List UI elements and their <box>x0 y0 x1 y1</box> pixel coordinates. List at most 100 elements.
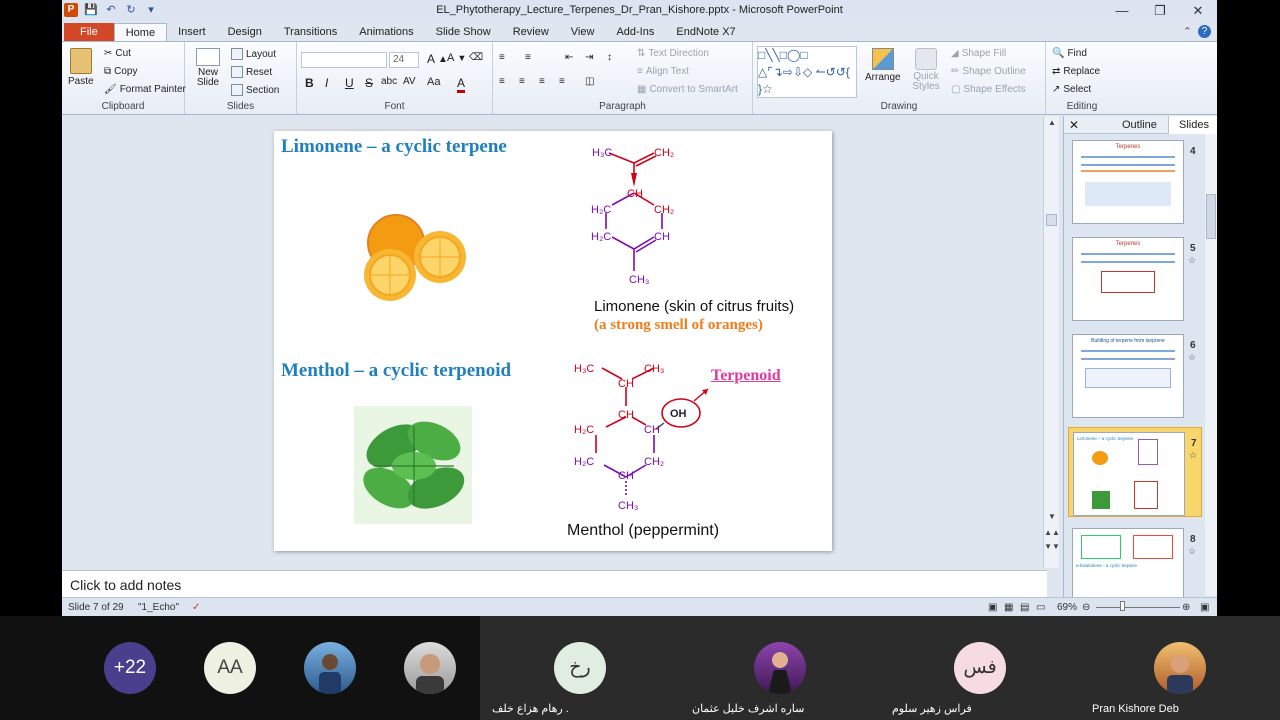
tab-transitions[interactable]: Transitions <box>273 23 348 41</box>
bold-button[interactable]: B <box>305 76 314 90</box>
align-right-icon[interactable]: ≡ <box>539 76 545 87</box>
close-button[interactable]: ✕ <box>1179 0 1217 22</box>
spellcheck-icon[interactable]: ✓ <box>192 602 200 613</box>
zoom-slider[interactable] <box>1096 607 1180 608</box>
tab-insert[interactable]: Insert <box>167 23 217 41</box>
scroll-down-icon[interactable]: ▼ <box>1044 512 1060 521</box>
tab-review[interactable]: Review <box>502 23 560 41</box>
shapes-gallery[interactable]: □╲╲□◯□ △⌜↴⇨⇩◇ ↼↺↺{ }☆ <box>757 46 857 98</box>
slideshow-view-icon[interactable]: ▭ <box>1036 602 1045 613</box>
numbering-icon[interactable]: ≡ <box>525 52 531 63</box>
menthol-caption[interactable]: Menthol (peppermint) <box>567 522 719 540</box>
paste-button[interactable]: Paste <box>68 48 94 87</box>
participant-tile[interactable]: Pran Kishore Deb <box>1080 616 1280 720</box>
next-slide-icon[interactable]: ▼▼ <box>1044 542 1060 551</box>
panel-scroll-thumb[interactable] <box>1206 194 1216 239</box>
close-panel-icon[interactable]: ✕ <box>1069 118 1079 132</box>
zoom-slider-thumb[interactable] <box>1120 601 1125 611</box>
align-text-button[interactable]: ≡ Align Text <box>637 66 689 77</box>
scroll-up-icon[interactable]: ▲ <box>1044 118 1060 127</box>
replace-button[interactable]: ⇄ Replace <box>1052 66 1100 77</box>
fit-slide-icon[interactable]: ▣ <box>1200 602 1209 613</box>
change-case-button[interactable]: Aa <box>427 76 440 88</box>
strikethrough-button[interactable]: S <box>365 76 373 90</box>
panel-scrollbar[interactable] <box>1205 134 1217 596</box>
text-direction-button[interactable]: ⇅ Text Direction <box>637 48 709 59</box>
tab-animations[interactable]: Animations <box>348 23 424 41</box>
tab-slide-show[interactable]: Slide Show <box>425 23 502 41</box>
select-button[interactable]: ↗ Select <box>1052 84 1091 95</box>
shape-outline-button[interactable]: ✏ Shape Outline <box>951 66 1026 77</box>
participant-tile[interactable]: فس فراس زهير سلوم <box>880 616 1080 720</box>
tab-design[interactable]: Design <box>217 23 273 41</box>
limonene-smell-note[interactable]: (a strong smell of oranges) <box>594 317 763 334</box>
font-size-combo[interactable]: 24 <box>389 52 419 68</box>
terpenoid-label[interactable]: Terpenoid <box>711 367 781 385</box>
limonene-caption[interactable]: Limonene (skin of citrus fruits) <box>594 298 794 315</box>
section-button[interactable]: Section <box>231 84 279 96</box>
align-center-icon[interactable]: ≡ <box>519 76 525 87</box>
align-left-icon[interactable]: ≡ <box>499 76 505 87</box>
font-name-combo[interactable] <box>301 52 387 68</box>
slide-thumbnail[interactable]: 5 ☆ Terpenes <box>1068 233 1202 323</box>
shrink-font-icon[interactable]: A ▼ <box>447 52 466 64</box>
underline-button[interactable]: U <box>345 76 354 90</box>
zoom-level[interactable]: 69% <box>1057 602 1077 613</box>
format-painter-button[interactable]: 🖌 Format Painter <box>104 84 186 95</box>
font-color-button[interactable]: A <box>457 76 466 93</box>
slide-thumbnail[interactable]: 6 ☆ Building of terpene from isoprene <box>1068 330 1202 420</box>
quick-styles-button[interactable]: Quick Styles <box>911 48 941 92</box>
reading-view-icon[interactable]: ▤ <box>1020 602 1029 613</box>
normal-view-icon[interactable]: ▣ <box>988 602 997 613</box>
mint-image[interactable] <box>354 406 472 524</box>
tab-endnote[interactable]: EndNote X7 <box>665 23 746 41</box>
shape-effects-button[interactable]: ▢ Shape Effects <box>951 84 1026 95</box>
editor-scrollbar[interactable]: ▲ ▼ ▲▲ ▼▼ <box>1043 116 1060 568</box>
columns-icon[interactable]: ◫ <box>585 76 594 87</box>
arrange-button[interactable]: Arrange <box>865 48 901 83</box>
tab-file[interactable]: File <box>64 23 114 41</box>
italic-button[interactable]: I <box>325 76 328 90</box>
tab-home[interactable]: Home <box>113 23 168 41</box>
find-button[interactable]: 🔍 Find <box>1052 48 1087 59</box>
tab-slides[interactable]: Slides <box>1168 116 1217 134</box>
zoom-in-icon[interactable]: ⊕ <box>1182 602 1190 613</box>
slide-thumbnail[interactable]: 4 Terpenes <box>1068 136 1202 226</box>
zoom-out-icon[interactable]: ⊖ <box>1082 602 1090 613</box>
participant-tile[interactable]: ساره اشرف خليل عثمان <box>680 616 880 720</box>
shadow-button[interactable]: abc <box>381 76 397 87</box>
tab-outline[interactable]: Outline <box>1112 116 1167 134</box>
bullets-icon[interactable]: ≡ <box>499 52 505 63</box>
collapse-ribbon-icon[interactable]: ⌃ <box>1183 25 1192 38</box>
help-icon[interactable]: ? <box>1198 25 1211 38</box>
copy-button[interactable]: ⧉ Copy <box>104 66 138 77</box>
slide-thumbnail-selected[interactable]: 7 ☆ Limonene – a cyclic terpene <box>1068 427 1202 517</box>
scroll-thumb[interactable] <box>1046 214 1057 226</box>
shape-fill-button[interactable]: ◢ Shape Fill <box>951 48 1006 59</box>
grow-font-icon[interactable]: A ▲ <box>427 52 448 66</box>
line-spacing-icon[interactable]: ↕ <box>607 52 612 63</box>
notes-pane[interactable]: Click to add notes <box>62 570 1047 597</box>
limonene-title[interactable]: Limonene – a cyclic terpene <box>281 136 507 158</box>
theme-name[interactable]: "1_Echo" <box>138 602 179 613</box>
participant-tile[interactable]: رخ رهام هزاع خلف . <box>480 616 680 720</box>
cut-button[interactable]: ✂ Cut <box>104 48 131 59</box>
justify-icon[interactable]: ≡ <box>559 76 565 87</box>
layout-button[interactable]: Layout <box>231 48 276 60</box>
char-spacing-button[interactable]: AV <box>403 76 416 87</box>
maximize-button[interactable]: ❐ <box>1141 0 1179 22</box>
increase-indent-icon[interactable]: ⇥ <box>585 52 593 63</box>
tab-view[interactable]: View <box>560 23 606 41</box>
minimize-button[interactable]: — <box>1103 0 1141 22</box>
convert-smartart-button[interactable]: ▦ Convert to SmartArt <box>637 84 738 95</box>
clear-format-icon[interactable]: ⌫ <box>469 52 483 63</box>
menthol-title[interactable]: Menthol – a cyclic terpenoid <box>281 360 511 382</box>
orange-image[interactable] <box>360 211 470 306</box>
decrease-indent-icon[interactable]: ⇤ <box>565 52 573 63</box>
tab-add-ins[interactable]: Add-Ins <box>605 23 665 41</box>
current-slide[interactable]: Limonene – a cyclic terpene Menthol – a … <box>274 131 832 551</box>
slide-sorter-icon[interactable]: ▦ <box>1004 602 1013 613</box>
new-slide-button[interactable]: New Slide <box>193 48 223 88</box>
reset-button[interactable]: Reset <box>231 66 272 78</box>
previous-slide-icon[interactable]: ▲▲ <box>1044 528 1060 537</box>
